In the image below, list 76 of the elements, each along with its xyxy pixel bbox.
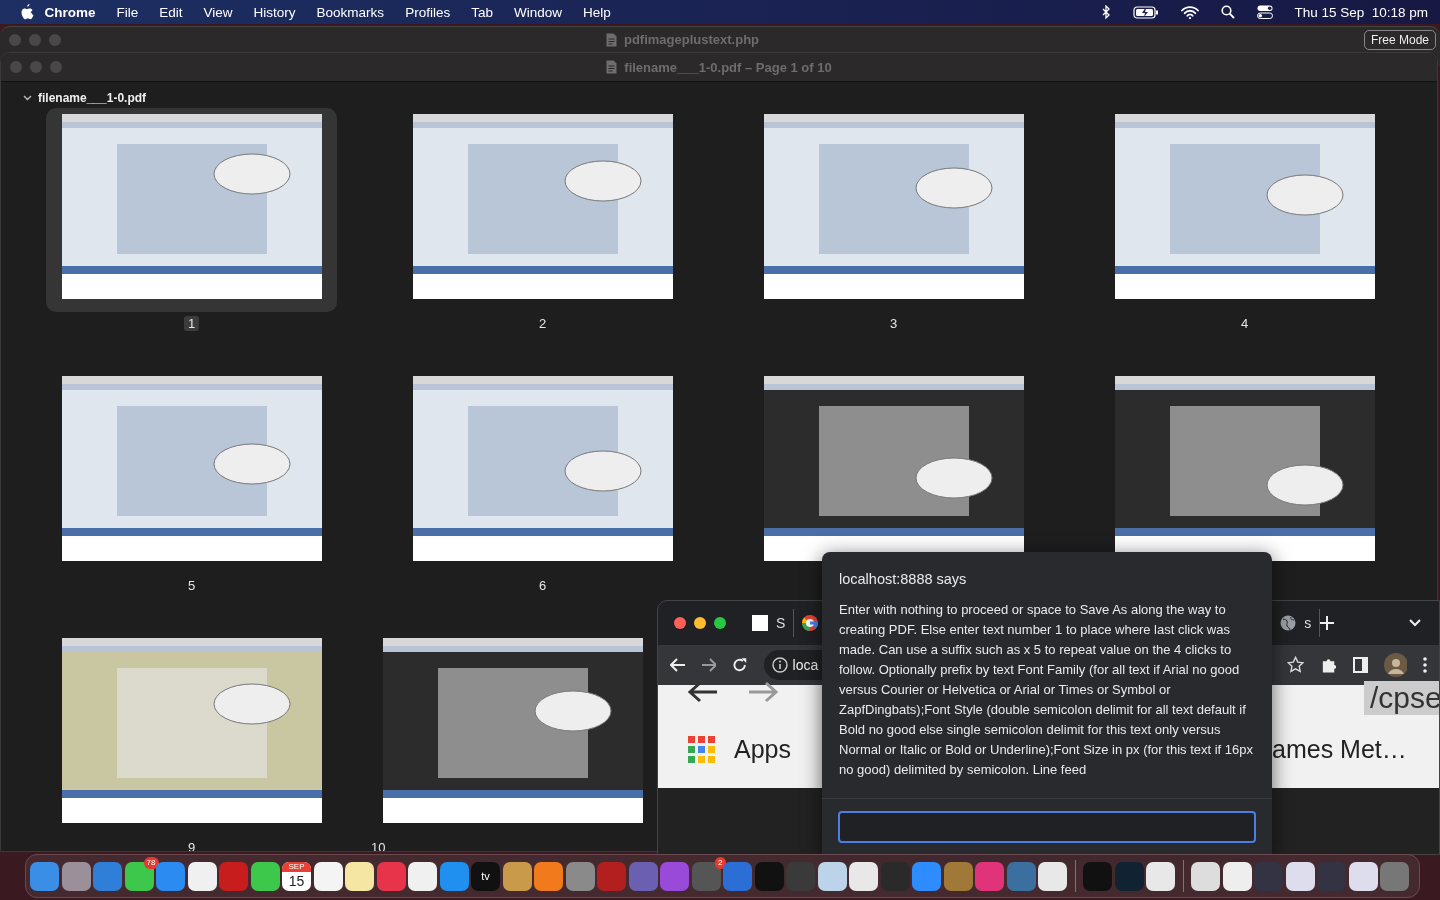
app-icon[interactable] [1285,861,1315,891]
forward-arrow-icon[interactable] [748,681,778,703]
dialog-title: localhost:8888 says [839,571,967,587]
app-icon[interactable] [408,861,437,891]
menu-item[interactable]: View [193,4,244,20]
new-tab-icon[interactable] [1320,616,1335,630]
app-icon[interactable] [250,861,280,891]
chevron-down-icon[interactable] [23,95,32,101]
bookmark-label[interactable]: ames Met… [1272,735,1407,764]
window-title: filename___1-0.pdf – Page 1 of 10 [624,59,832,75]
menu-item[interactable]: File [106,4,149,20]
menu-item[interactable]: Window [503,4,573,20]
calendar-icon[interactable]: SEP 15 [282,861,311,891]
google-favicon-icon [802,615,819,631]
page-number: 3 [888,316,899,331]
browser-tab[interactable]: S [744,609,795,637]
app-icon[interactable] [313,861,343,891]
window-control[interactable] [674,617,686,629]
info-icon[interactable] [771,657,788,673]
menu-item[interactable]: Help [572,4,622,20]
notification-badge: 78 [143,856,159,869]
calendar-day: 15 [288,871,305,890]
bookmark-label[interactable]: Apps [734,735,791,764]
tv-app-icon[interactable]: tv [471,861,500,891]
menu-item[interactable]: Bookmarks [306,4,395,20]
app-icon[interactable] [124,861,154,891]
sidebar-header[interactable]: filename___1-0.pdf [38,91,147,105]
apps-grid-icon[interactable] [688,735,716,764]
page-number: 6 [537,578,548,593]
app-icon[interactable] [817,861,847,891]
back-arrow-icon[interactable] [688,681,718,703]
menu-bar-clock[interactable]: Thu 15 Sep 10:18 pm [1294,4,1428,20]
notification-badge: 2 [715,856,726,869]
star-icon[interactable] [1286,656,1305,674]
menu-item[interactable]: History [243,4,307,20]
back-icon[interactable] [670,658,686,672]
window-title: pdfimageplustext.php [623,32,759,47]
avatar-icon[interactable] [1384,653,1408,677]
input-field[interactable] [838,811,1256,843]
app-icon[interactable] [849,861,878,891]
app-icon[interactable] [1191,861,1220,891]
search-icon[interactable] [1221,5,1236,19]
free-mode-button[interactable]: Free Mode [1363,29,1436,50]
document-icon [606,60,618,74]
control-centre-icon[interactable] [1257,5,1274,19]
favicon-icon [752,615,768,631]
bluetooth-icon[interactable] [1102,4,1112,20]
reload-icon[interactable] [732,657,748,673]
puzzle-piece-icon[interactable] [1320,656,1338,674]
apple-menu-icon[interactable] [20,4,34,20]
app-icon[interactable] [502,861,532,891]
app-icon[interactable] [1348,861,1378,891]
app-menu[interactable]: Chrome [34,4,106,20]
page-number: 2 [537,316,548,331]
window-control[interactable] [694,617,706,629]
globe-icon [1280,615,1297,631]
page-number: 4 [1239,316,1250,331]
app-icon[interactable] [1038,861,1067,891]
side-panel-icon[interactable] [1353,657,1369,673]
calendar-month: SEP [282,861,311,872]
app-icon[interactable] [187,861,217,891]
app-icon[interactable] [1146,861,1175,891]
battery-charging-icon[interactable] [1133,5,1160,19]
more-menu-icon[interactable] [1423,657,1427,673]
page-number: 5 [186,578,197,593]
window-control[interactable] [714,617,726,629]
app-icon[interactable] [1222,861,1252,891]
page-number: 1 [183,316,200,331]
forward-icon[interactable] [701,658,717,672]
wifi-icon[interactable] [1181,5,1200,19]
menu-item[interactable]: Edit [148,4,194,20]
document-icon [605,32,617,47]
app-icon[interactable] [345,861,374,891]
menu-item[interactable]: Profiles [394,4,461,20]
dialog-message: Enter with nothing to proceed or space to Save As along the way to creating PDF. Else enter text number 1 to place where last click was made. Can use a suffix such as x 5 to repeat value on the 4 clicks to follow. Optionally prefix by text Font Family (for all text if Arial no good versus Courier or Helvetica or Arial or Times or Symbol or ZapfDingbats);Font Style (double semicolon delimit for all text default if Bold no good else single semicolon delimit for this text only versus Normal or Italic or Bold or Underline);Font Size in px (for this text if 16px no good) delimited by semicolon. Line feed [839,602,1253,777]
menu-item[interactable]: Tab [460,4,504,20]
